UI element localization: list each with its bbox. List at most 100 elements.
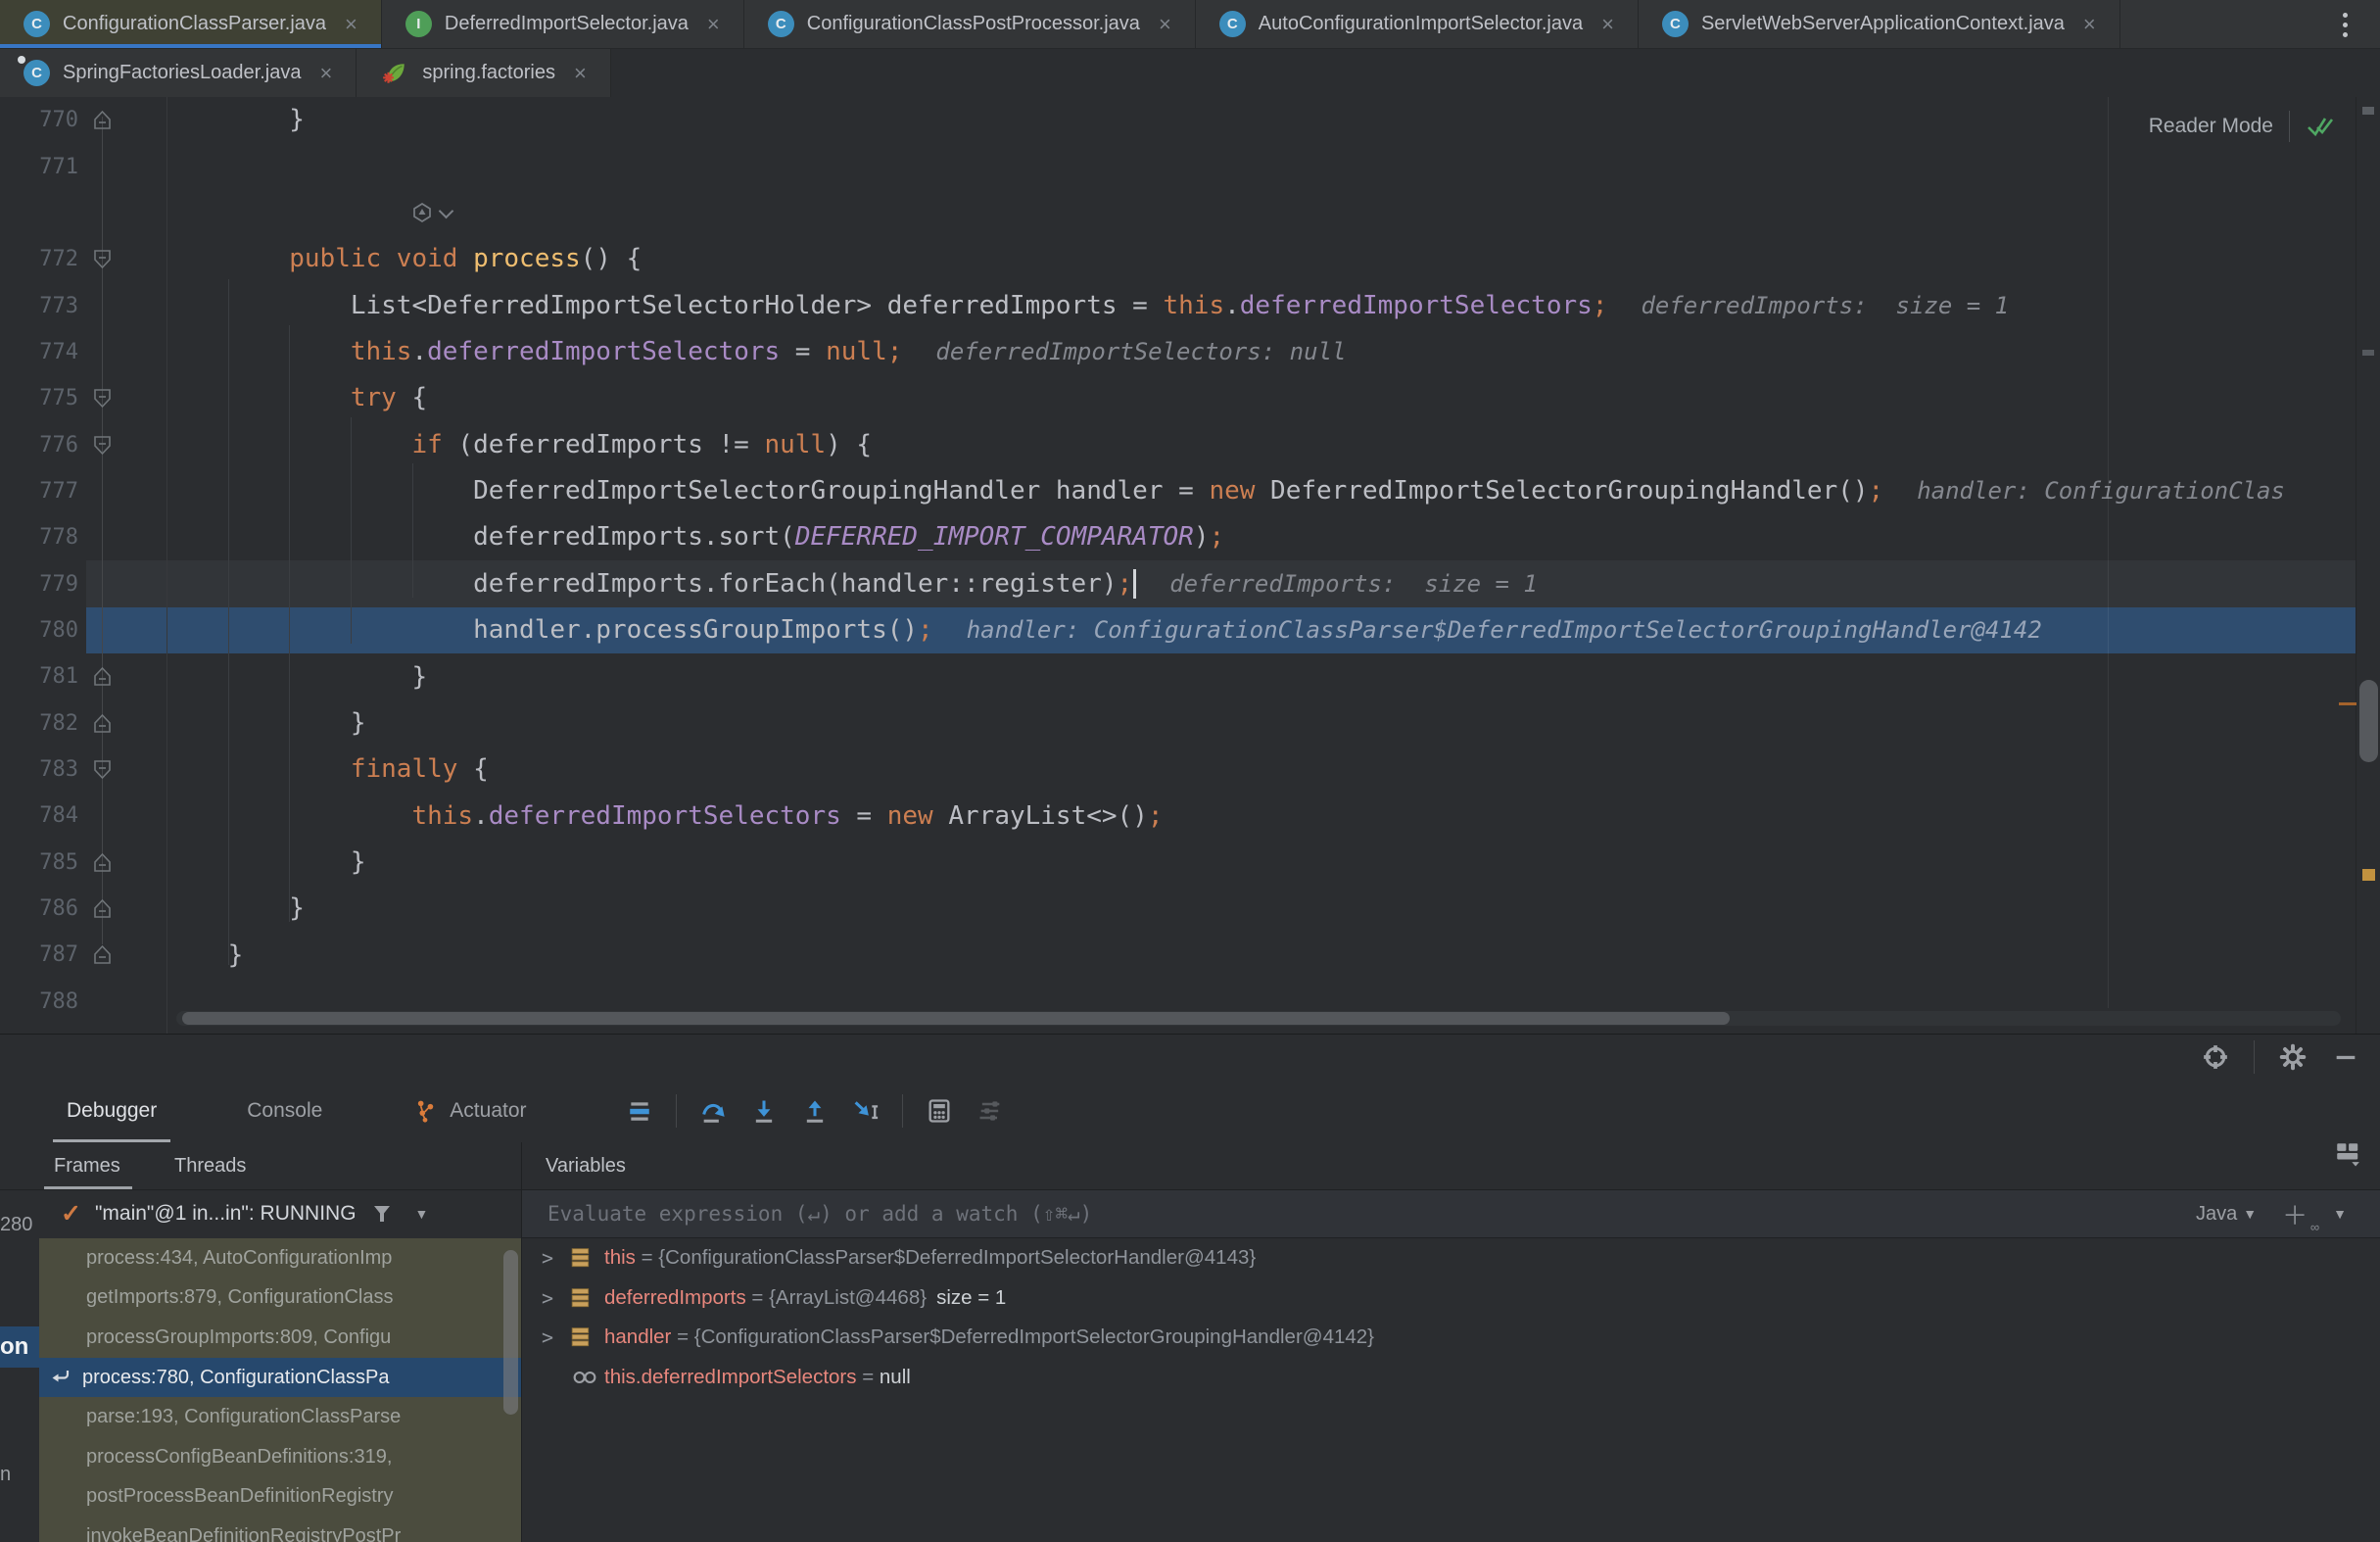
close-icon[interactable]: ×	[345, 14, 357, 35]
fold-marker-icon[interactable]	[93, 435, 112, 456]
fold-marker-icon[interactable]	[93, 666, 112, 687]
vertical-scrollbar-thumb[interactable]	[2359, 680, 2378, 762]
fold-marker-icon[interactable]	[93, 388, 112, 409]
gutter: 789	[0, 1025, 167, 1034]
code-editor[interactable]: 770 }771772 public void process() {773 L…	[0, 97, 2380, 1034]
value-icon	[571, 1326, 604, 1348]
horizontal-scrollbar[interactable]	[176, 1011, 2341, 1026]
tab-actuator[interactable]: Actuator	[403, 1080, 536, 1142]
tab-threads[interactable]: Threads	[174, 1142, 246, 1189]
editor-line: 782 }	[0, 699, 2380, 746]
variable-row[interactable]: >handler = {ConfigurationClassParser$Def…	[522, 1318, 2380, 1358]
variable-row[interactable]: >deferredImports = {ArrayList@4468}size …	[522, 1278, 2380, 1319]
debugger-inline-hint: handler: ConfigurationClassParser$Deferr…	[967, 616, 2042, 644]
close-icon[interactable]: ×	[1601, 14, 1614, 35]
editor-tab[interactable]: spring.factories ×	[357, 49, 610, 97]
editor-tab[interactable]: CConfigurationClassPostProcessor.java×	[744, 0, 1196, 48]
expand-chevron-icon[interactable]: >	[542, 1325, 571, 1349]
settings-sliders-icon[interactable]	[976, 1096, 1005, 1126]
horizontal-scrollbar-thumb[interactable]	[182, 1012, 1730, 1025]
thread-selector[interactable]: ✓ "main"@1 in...in": RUNNING ▼	[39, 1189, 521, 1238]
evaluate-placeholder: Evaluate expression (↵) or add a watch (…	[547, 1202, 1092, 1226]
editor-tab[interactable]: CServletWebServerApplicationContext.java…	[1639, 0, 2120, 48]
fold-marker-icon[interactable]	[93, 944, 112, 965]
actuator-icon	[412, 1098, 438, 1124]
editor-tab[interactable]: CSpringFactoriesLoader.java×	[0, 49, 357, 97]
code-line-content: }	[167, 106, 305, 134]
close-icon[interactable]: ×	[2083, 14, 2096, 35]
modified-range-mark	[2339, 702, 2356, 705]
tab-console[interactable]: Console	[237, 1080, 332, 1142]
tab-label: spring.factories	[422, 62, 555, 84]
frame-item[interactable]: process:780, ConfigurationClassPa	[39, 1358, 521, 1398]
codevision-inlay-icon[interactable]	[411, 202, 452, 223]
expand-chevron-icon[interactable]: >	[542, 1286, 571, 1310]
fold-column	[78, 852, 125, 873]
line-number: 775	[0, 386, 78, 410]
close-icon[interactable]: ×	[1159, 14, 1171, 35]
evaluate-expression-icon[interactable]	[925, 1096, 954, 1126]
tab-debugger[interactable]: Debugger	[57, 1080, 167, 1142]
editor-lines: 770 }771772 public void process() {773 L…	[0, 97, 2380, 1034]
fold-marker-icon[interactable]	[93, 249, 112, 269]
run-to-cursor-icon[interactable]	[851, 1096, 881, 1126]
frames-list[interactable]: process:434, AutoConfigurationImp getImpo…	[39, 1238, 521, 1542]
debug-toolbar	[625, 1094, 1005, 1128]
fold-marker-icon[interactable]	[93, 713, 112, 734]
frames-scrollbar-thumb[interactable]	[503, 1250, 518, 1415]
code-line-content: }	[167, 709, 366, 738]
editor-tab[interactable]: IDeferredImportSelector.java×	[382, 0, 744, 48]
tab-options-kebab-icon[interactable]	[2331, 10, 2358, 39]
inspections-ok-icon[interactable]	[2306, 113, 2339, 140]
editor-tab[interactable]: CConfigurationClassParser.java×	[0, 0, 382, 48]
editor-line: 784 this.deferredImportSelectors = new A…	[0, 793, 2380, 839]
frame-label: processGroupImports:809, Configu	[86, 1326, 391, 1349]
fold-marker-icon[interactable]	[93, 759, 112, 780]
debug-tool-window: Debugger Console Actuator Fr	[0, 1034, 2380, 1542]
close-icon[interactable]: ×	[574, 63, 587, 84]
code-text: }	[167, 894, 305, 923]
fold-marker-icon[interactable]	[93, 110, 112, 130]
frame-item[interactable]: invokeBeanDefinitionRegistryPostPr	[39, 1517, 521, 1542]
language-selector[interactable]: Java▼	[2196, 1203, 2257, 1226]
frame-item[interactable]: processConfigBeanDefinitions:319,	[39, 1437, 521, 1477]
step-over-icon[interactable]	[698, 1096, 728, 1126]
variable-row[interactable]: this.deferredImportSelectors = null	[522, 1358, 2380, 1398]
gutter: 775	[0, 375, 167, 421]
code-text: public void process() {	[167, 245, 642, 273]
editor-tab[interactable]: CAutoConfigurationImportSelector.java×	[1196, 0, 1639, 48]
variables-list[interactable]: >this = {ConfigurationClassParser$Deferr…	[522, 1238, 2380, 1542]
show-execution-point-icon[interactable]	[625, 1096, 654, 1126]
strip-fragment: 280	[0, 1214, 39, 1243]
add-watch-icon[interactable]: ＋∞	[2282, 1196, 2308, 1232]
frame-item[interactable]: postProcessBeanDefinitionRegistry	[39, 1477, 521, 1518]
variable-row[interactable]: >this = {ConfigurationClassParser$Deferr…	[522, 1238, 2380, 1278]
line-number: 780	[0, 618, 78, 643]
frame-item[interactable]: process:434, AutoConfigurationImp	[39, 1238, 521, 1278]
hide-minimize-icon[interactable]	[2331, 1042, 2360, 1072]
close-icon[interactable]: ×	[319, 63, 332, 84]
frame-item[interactable]: parse:193, ConfigurationClassParse	[39, 1397, 521, 1437]
thread-dropdown-icon[interactable]: ▼	[415, 1206, 429, 1222]
settings-gear-icon[interactable]	[2278, 1042, 2308, 1072]
fold-marker-icon[interactable]	[93, 898, 112, 919]
frame-item[interactable]: getImports:879, ConfigurationClass	[39, 1278, 521, 1319]
evaluate-expression-bar[interactable]: Evaluate expression (↵) or add a watch (…	[522, 1189, 2380, 1238]
filter-funnel-icon[interactable]	[370, 1202, 394, 1226]
step-out-icon[interactable]	[800, 1096, 830, 1126]
frame-label: getImports:879, ConfigurationClass	[86, 1286, 394, 1309]
frame-item[interactable]: processGroupImports:809, Configu	[39, 1318, 521, 1358]
code-text: }	[167, 848, 366, 877]
editor-line: 778 deferredImports.sort(DEFERRED_IMPORT…	[0, 514, 2380, 560]
error-stripe[interactable]	[2356, 97, 2380, 1034]
equals-sign: =	[857, 1366, 880, 1389]
target-icon[interactable]	[2201, 1042, 2230, 1072]
evaluate-dropdown-icon[interactable]: ▼	[2333, 1206, 2347, 1222]
reader-mode-label[interactable]: Reader Mode	[2149, 115, 2273, 138]
tab-frames[interactable]: Frames	[54, 1142, 120, 1189]
gutter: 778	[0, 514, 167, 560]
step-into-icon[interactable]	[749, 1096, 779, 1126]
close-icon[interactable]: ×	[707, 14, 720, 35]
expand-chevron-icon[interactable]: >	[542, 1246, 571, 1270]
fold-marker-icon[interactable]	[93, 852, 112, 873]
